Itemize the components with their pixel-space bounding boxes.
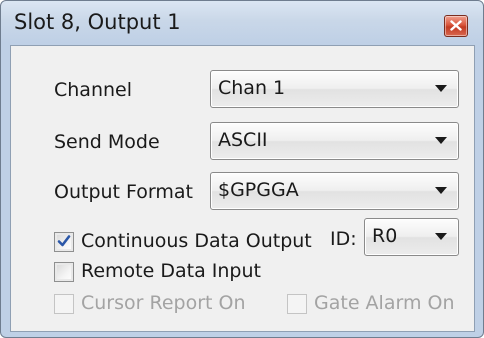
dialog-window: Slot 8, Output 1 Channel Chan 1 Send Mod… <box>0 0 484 338</box>
output-format-dropdown[interactable]: $GPGGA <box>210 172 459 210</box>
remote-data-input-checkbox[interactable] <box>54 262 74 282</box>
gate-alarm-on-checkbox[interactable] <box>287 294 307 314</box>
gate-alarm-on-label[interactable]: Gate Alarm On <box>314 292 455 314</box>
close-icon <box>450 20 462 31</box>
channel-value: Chan 1 <box>218 77 286 99</box>
send-mode-dropdown[interactable]: ASCII <box>210 122 459 160</box>
title-bar[interactable]: Slot 8, Output 1 <box>1 1 483 45</box>
send-mode-value: ASCII <box>218 129 268 151</box>
id-label: ID: <box>330 228 357 250</box>
id-value: R0 <box>372 225 398 247</box>
close-button[interactable] <box>444 15 468 37</box>
cursor-report-on-checkbox[interactable] <box>54 294 74 314</box>
remote-data-input-label[interactable]: Remote Data Input <box>81 260 261 282</box>
send-mode-label: Send Mode <box>54 131 160 153</box>
chevron-down-icon <box>435 137 447 144</box>
checkmark-icon <box>57 235 71 247</box>
window-title: Slot 8, Output 1 <box>14 10 181 34</box>
dialog-body: Channel Chan 1 Send Mode ASCII Output Fo… <box>10 45 475 332</box>
id-dropdown[interactable]: R0 <box>364 218 459 256</box>
chevron-down-icon <box>435 233 447 240</box>
continuous-data-output-label[interactable]: Continuous Data Output <box>81 230 312 252</box>
chevron-down-icon <box>435 85 447 92</box>
output-format-label: Output Format <box>54 181 193 203</box>
chevron-down-icon <box>435 187 447 194</box>
continuous-data-output-checkbox[interactable] <box>54 232 74 252</box>
cursor-report-on-label[interactable]: Cursor Report On <box>81 292 246 314</box>
channel-dropdown[interactable]: Chan 1 <box>210 70 459 108</box>
channel-label: Channel <box>54 79 133 101</box>
output-format-value: $GPGGA <box>218 179 299 201</box>
